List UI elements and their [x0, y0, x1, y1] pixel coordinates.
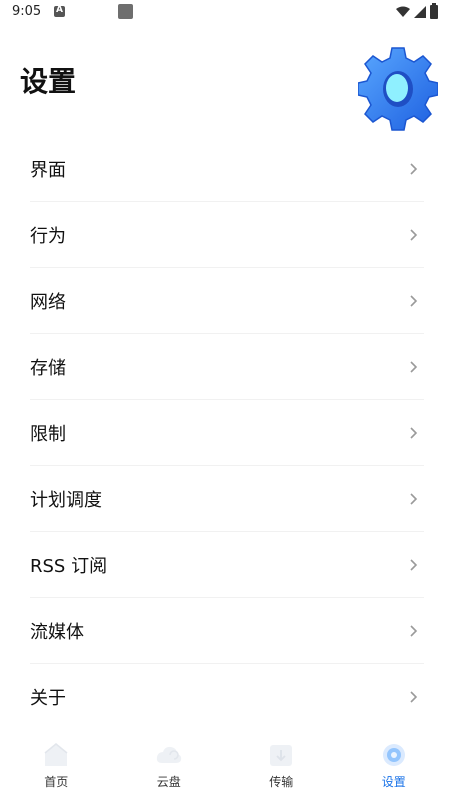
settings-item-label: 存储: [30, 357, 66, 379]
wifi-icon: [396, 6, 410, 17]
signal-icon: [414, 6, 426, 18]
nav-item-cloud[interactable]: 云盘: [113, 730, 226, 800]
settings-item-limits[interactable]: 限制: [30, 400, 424, 466]
bottom-nav: 首页 云盘 传输 设置: [0, 730, 450, 800]
nav-item-home[interactable]: 首页: [0, 730, 113, 800]
chevron-right-icon: [410, 162, 418, 175]
settings-item-rss[interactable]: RSS 订阅: [30, 532, 424, 598]
chevron-right-icon: [410, 294, 418, 307]
cloud-icon: [156, 746, 181, 763]
transfer-icon: [270, 745, 293, 766]
home-icon: [44, 743, 68, 766]
settings-item-interface[interactable]: 界面: [30, 136, 424, 202]
settings-icon: [382, 744, 405, 766]
nav-label: 云盘: [156, 775, 181, 789]
notification-a-icon: [54, 5, 65, 17]
settings-item-behavior[interactable]: 行为: [30, 202, 424, 268]
chevron-right-icon: [410, 360, 418, 373]
settings-item-scheduler[interactable]: 计划调度: [30, 466, 424, 532]
settings-item-label: 流媒体: [30, 621, 84, 643]
chevron-right-icon: [410, 492, 418, 505]
page-title: 设置: [20, 65, 77, 98]
settings-item-label: 限制: [30, 423, 66, 445]
settings-item-label: 计划调度: [30, 489, 102, 511]
settings-item-network[interactable]: 网络: [30, 268, 424, 334]
status-bar: 9:05: [0, 0, 450, 24]
nav-label: 设置: [381, 775, 406, 789]
settings-item-storage[interactable]: 存储: [30, 334, 424, 400]
chevron-right-icon: [410, 228, 418, 241]
notification-square-icon: [118, 4, 133, 19]
nav-item-settings[interactable]: 设置: [338, 730, 450, 800]
settings-item-streaming[interactable]: 流媒体: [30, 598, 424, 664]
settings-item-label: 网络: [30, 291, 66, 313]
status-icons: [396, 3, 438, 19]
gear-icon: [358, 47, 438, 131]
settings-item-label: RSS 订阅: [30, 555, 108, 577]
chevron-right-icon: [410, 558, 418, 571]
settings-item-label: 关于: [30, 688, 66, 709]
chevron-right-icon: [410, 426, 418, 439]
settings-list: 界面 行为 网络 存储 限制 计划调度 RSS 订阅 流媒体 关于: [30, 136, 424, 730]
nav-label: 传输: [269, 775, 294, 789]
nav-label: 首页: [44, 775, 69, 789]
status-time: 9:05: [12, 4, 42, 19]
settings-item-label: 行为: [30, 225, 66, 247]
battery-icon: [430, 3, 438, 19]
chevron-right-icon: [410, 624, 418, 637]
nav-item-transfer[interactable]: 传输: [225, 730, 338, 800]
settings-item-label: 界面: [30, 159, 66, 181]
settings-item-about[interactable]: 关于: [30, 664, 424, 730]
chevron-right-icon: [410, 691, 418, 703]
